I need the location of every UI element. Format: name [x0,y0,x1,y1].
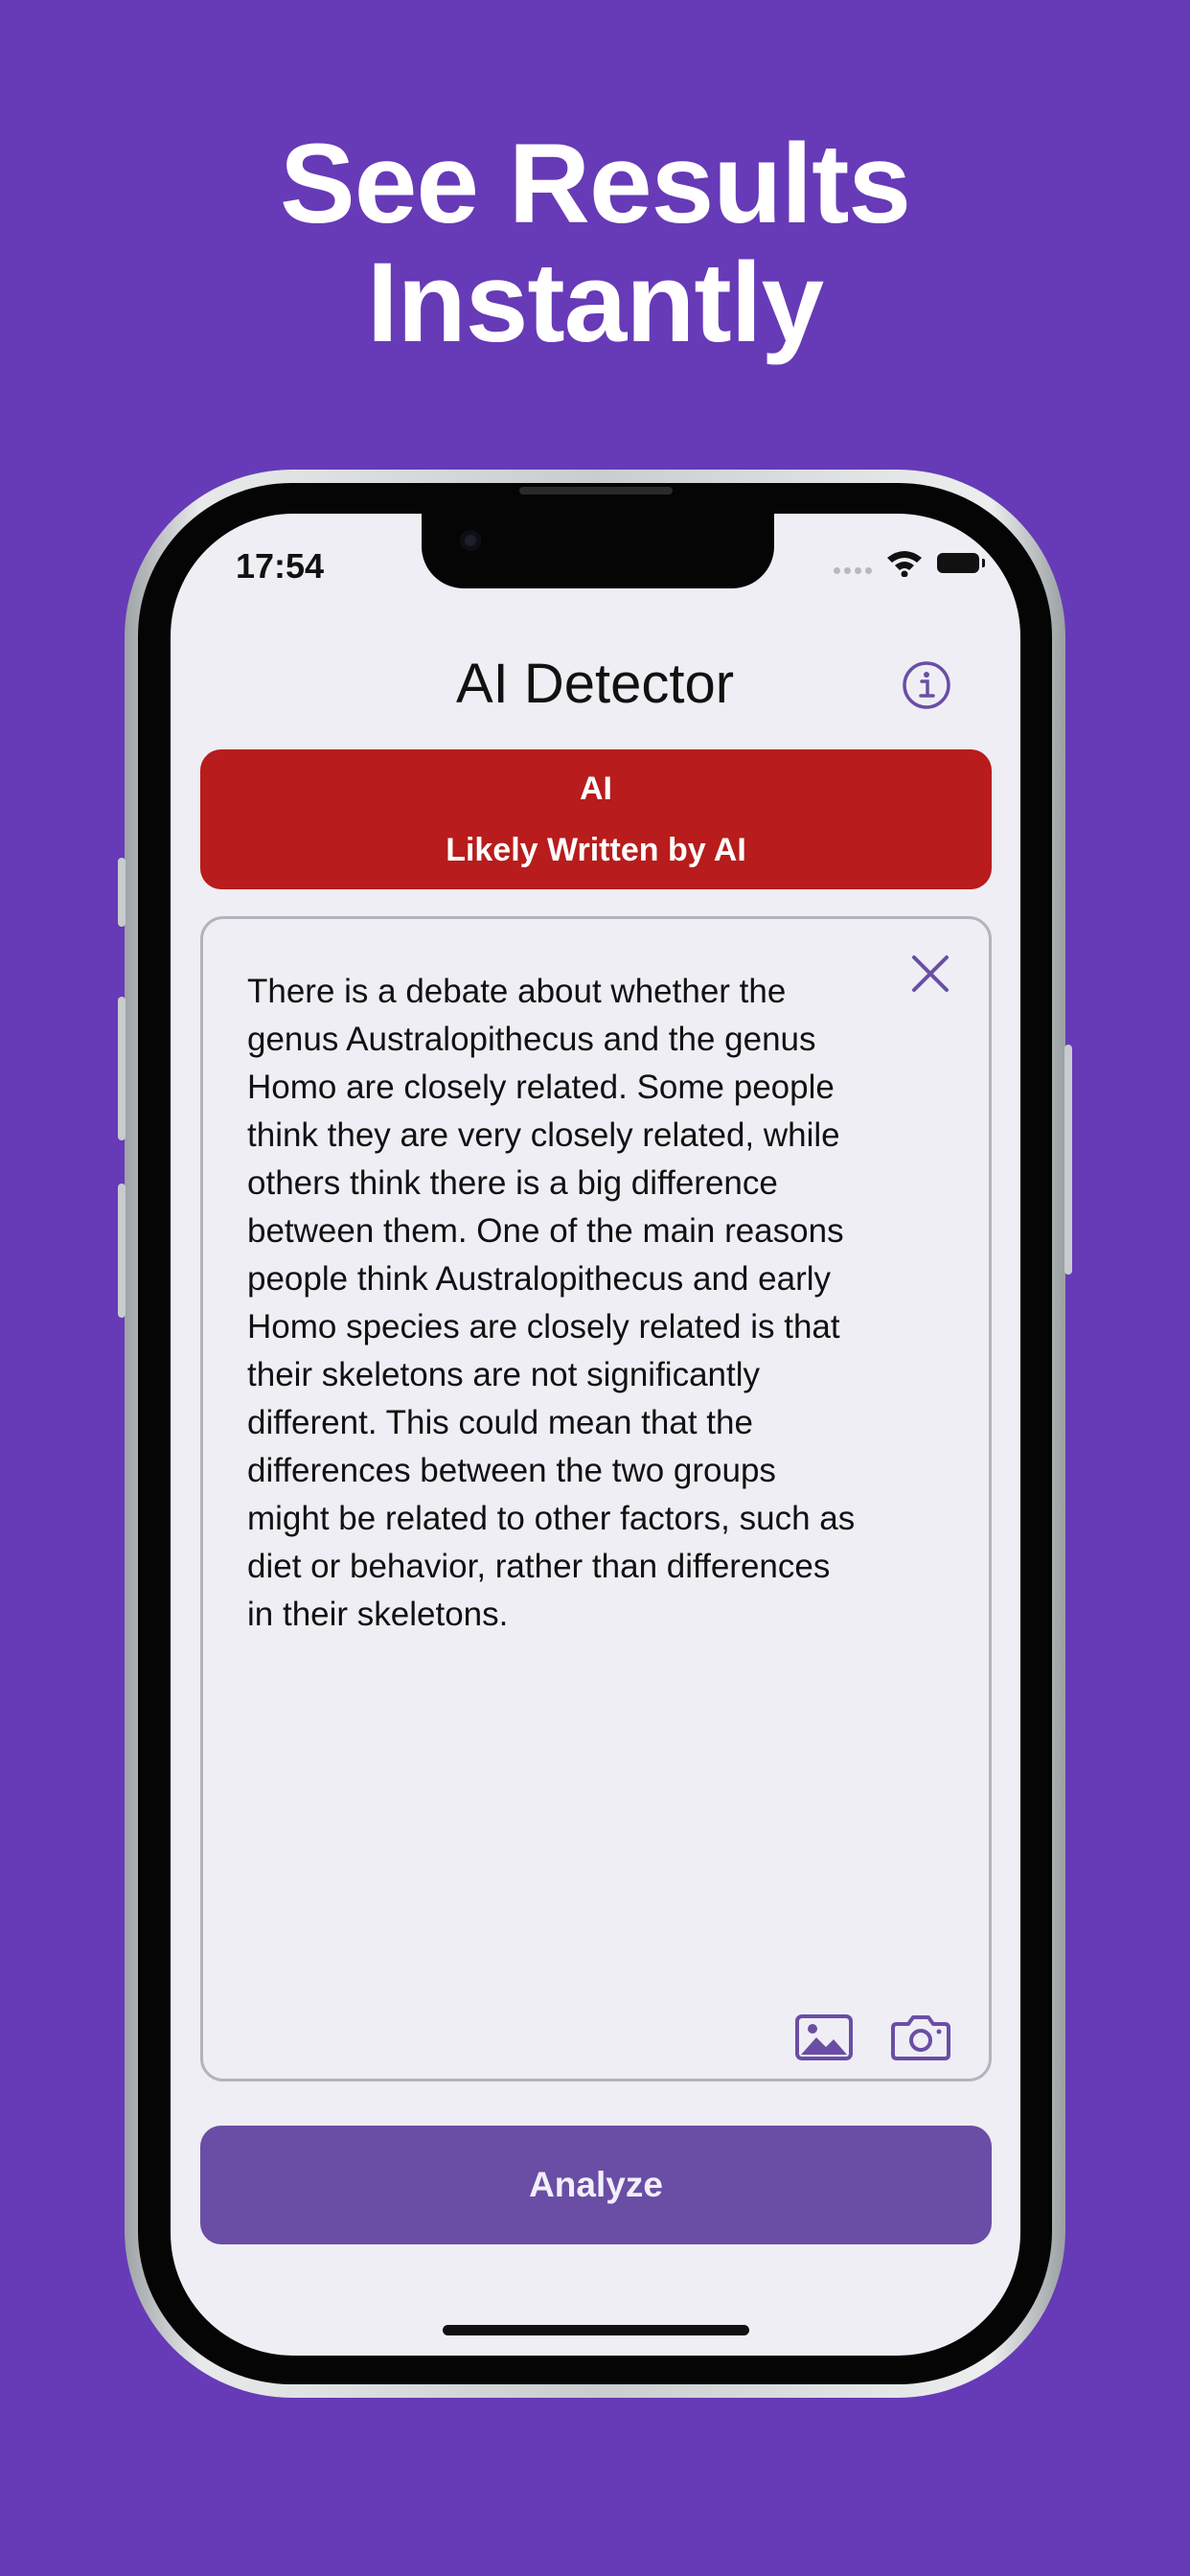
cellular-signal-icon [834,566,872,574]
home-indicator [443,2325,749,2335]
headline-line-1: See Results [280,121,911,247]
power-button [1064,1045,1072,1275]
result-description: Likely Written by AI [446,832,746,868]
input-text[interactable]: There is a debate about whether the genu… [247,968,956,1639]
status-time: 17:54 [236,546,325,586]
volume-up-button [118,997,126,1140]
wifi-icon [887,551,922,577]
volume-down-button [118,1184,126,1318]
nav-title: AI Detector [455,653,735,715]
result-label: AI [580,770,612,807]
battery-icon [937,552,985,573]
speaker-grille [519,487,673,494]
marketing-headline: See Results Instantly [0,125,1190,362]
result-banner: AI Likely Written by AI [200,749,992,889]
photo-icon[interactable] [795,2014,853,2060]
info-circle-icon[interactable] [901,659,952,711]
front-camera [460,530,481,551]
headline-line-2: Instantly [366,240,824,366]
analyze-button[interactable]: Analyze [200,2126,992,2244]
mute-switch [118,858,126,927]
status-icons [834,548,985,577]
camera-icon[interactable] [891,2012,950,2060]
